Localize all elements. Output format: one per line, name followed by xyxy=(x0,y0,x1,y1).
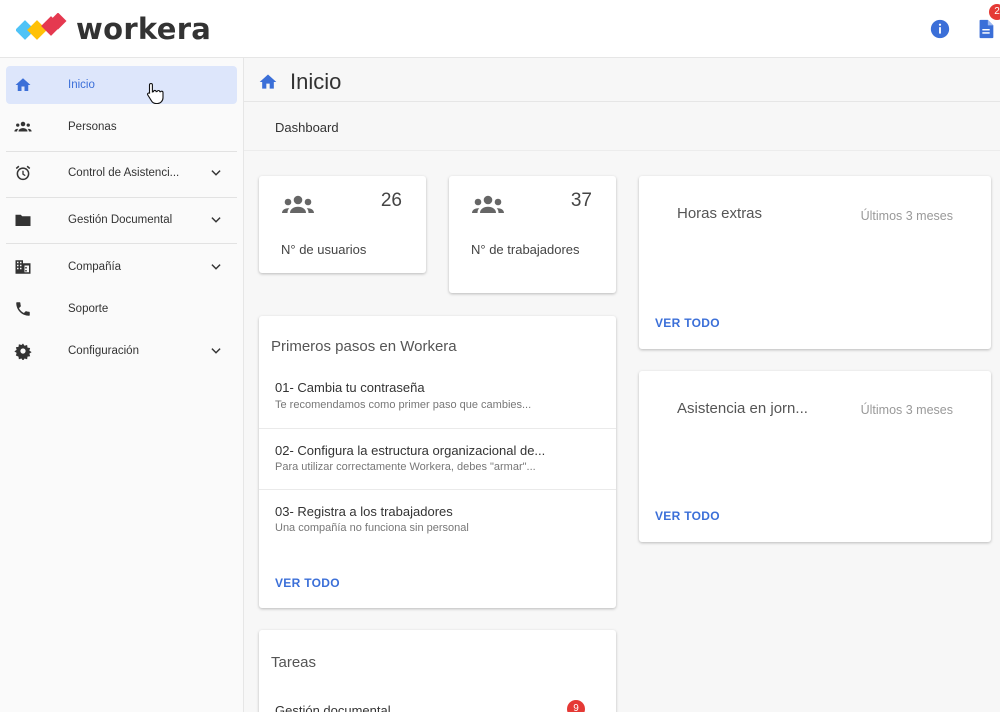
folder-icon xyxy=(15,214,31,226)
step-description: Una compañía no funciona sin personal xyxy=(275,522,469,534)
tasks-card: Tareas Gestión documental 9 xyxy=(259,630,616,712)
workera-logo-icon xyxy=(16,13,67,40)
card-title: Horas extras xyxy=(677,205,763,222)
card-title: Primeros pasos en Workera xyxy=(271,338,457,355)
sidebar-item-label: Gestión Documental xyxy=(68,214,173,226)
people-icon xyxy=(472,195,504,213)
alarm-clock-icon xyxy=(15,165,31,181)
document-icon[interactable] xyxy=(975,18,997,40)
attendance-card: Asistencia en jorn... Últimos 3 meses VE… xyxy=(639,371,991,542)
home-icon xyxy=(15,78,31,91)
hand-cursor-icon xyxy=(147,82,164,104)
chevron-down-icon[interactable] xyxy=(209,344,223,358)
date-range[interactable]: Últimos 3 meses xyxy=(853,203,953,230)
card-title: Tareas xyxy=(271,654,317,671)
overtime-card: Horas extras Últimos 3 meses VER TODO xyxy=(639,176,991,349)
workera-logo[interactable]: workera xyxy=(16,12,211,46)
sidebar-divider xyxy=(6,243,237,244)
home-icon xyxy=(259,74,277,89)
sidebar-divider xyxy=(6,151,237,152)
users-stat-card[interactable]: 26 N° de usuarios xyxy=(259,176,426,273)
step-title: 02- Configura la estructura organizacion… xyxy=(275,443,546,458)
sidebar-item-label: Configuración xyxy=(68,345,139,357)
ver-todo-link[interactable]: VER TODO xyxy=(655,316,720,330)
list-item[interactable]: 02- Configura la estructura organizacion… xyxy=(259,429,616,489)
sidebar-item-label: Compañía xyxy=(68,261,122,273)
first-steps-card: Primeros pasos en Workera 01- Cambia tu … xyxy=(259,316,616,608)
sidebar-item-control-asistencia[interactable]: Control de Asistenci... xyxy=(6,154,237,192)
app-header: workera 2 xyxy=(0,0,1000,58)
card-title: Asistencia en jorn... xyxy=(677,400,808,417)
sidebar-item-compania[interactable]: Compañía xyxy=(6,248,237,286)
page-title: Inicio xyxy=(290,69,342,94)
breadcrumb[interactable]: Dashboard xyxy=(275,120,339,135)
stat-value: 26 xyxy=(380,190,402,211)
stat-label: N° de trabajadores xyxy=(471,242,580,257)
breadcrumb-divider xyxy=(244,150,1000,151)
sidebar-item-gestion-documental[interactable]: Gestión Documental xyxy=(6,201,237,239)
people-icon xyxy=(14,121,32,132)
sidebar-item-personas[interactable]: Personas xyxy=(6,108,237,146)
task-label[interactable]: Gestión documental xyxy=(275,703,391,712)
list-item[interactable]: 03- Registra a los trabajadores Una comp… xyxy=(259,490,616,540)
title-divider xyxy=(244,101,1000,102)
ver-todo-link[interactable]: VER TODO xyxy=(275,576,340,590)
building-icon xyxy=(15,260,31,274)
sidebar: Inicio Personas Control de Asistenci... … xyxy=(0,58,244,712)
gear-icon xyxy=(14,343,32,360)
notification-badge: 2 xyxy=(989,4,1000,20)
workers-stat-card[interactable]: 37 N° de trabajadores xyxy=(449,176,616,293)
list-item[interactable]: 01- Cambia tu contraseña Te recomendamos… xyxy=(259,374,616,428)
stat-value: 37 xyxy=(570,190,592,211)
logo-text: workera xyxy=(76,12,212,46)
step-description: Para utilizar correctamente Workera, deb… xyxy=(275,461,536,473)
chevron-down-icon[interactable] xyxy=(209,213,223,227)
sidebar-item-label: Personas xyxy=(68,121,117,133)
sidebar-item-label: Inicio xyxy=(68,79,95,91)
task-count-badge: 9 xyxy=(567,700,585,712)
chevron-down-icon[interactable] xyxy=(209,260,223,274)
info-icon[interactable] xyxy=(929,18,951,40)
step-title: 03- Registra a los trabajadores xyxy=(275,504,453,519)
sidebar-item-configuracion[interactable]: Configuración xyxy=(6,332,237,370)
sidebar-item-inicio[interactable]: Inicio xyxy=(6,66,237,104)
people-icon xyxy=(282,195,314,213)
phone-icon xyxy=(16,302,30,316)
stat-label: N° de usuarios xyxy=(281,242,367,257)
sidebar-item-label: Control de Asistenci... xyxy=(68,167,180,179)
page-title-row: Inicio xyxy=(258,67,341,97)
ver-todo-link[interactable]: VER TODO xyxy=(655,509,720,523)
step-title: 01- Cambia tu contraseña xyxy=(275,380,425,395)
date-range[interactable]: Últimos 3 meses xyxy=(853,397,953,424)
step-description: Te recomendamos como primer paso que cam… xyxy=(275,399,532,411)
sidebar-divider xyxy=(6,197,237,198)
sidebar-item-soporte[interactable]: Soporte xyxy=(6,290,237,328)
sidebar-item-label: Soporte xyxy=(68,303,109,315)
chevron-down-icon[interactable] xyxy=(209,166,223,180)
